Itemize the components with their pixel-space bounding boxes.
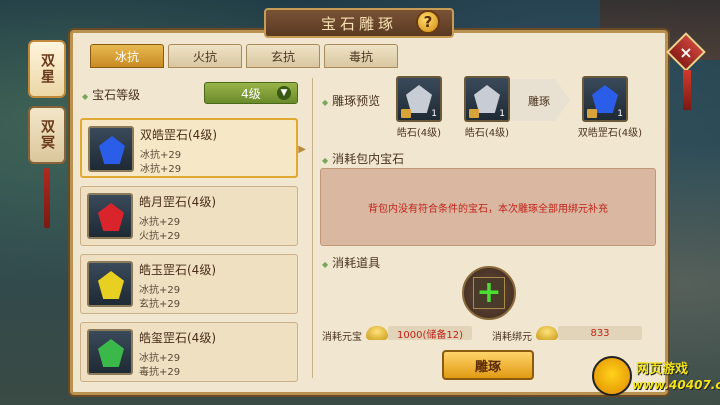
lock-icon xyxy=(401,109,411,118)
add-item-button[interactable]: + xyxy=(473,277,505,309)
gem-stat: 冰抗+29 xyxy=(139,217,181,228)
gem-list-item[interactable]: 皓月罡石(4级) 冰抗+29 火抗+29 xyxy=(80,186,298,246)
input-gem-name: 皓石(4级) xyxy=(464,128,510,139)
gem-level-value: 4级 xyxy=(241,86,261,101)
input-gem-slot[interactable]: 1 xyxy=(396,76,442,122)
gem-name: 双皓罡石(4级) xyxy=(140,128,217,142)
input-gem-slot[interactable]: 1 xyxy=(464,76,510,122)
yuanbao-cost-label: 消耗元宝 xyxy=(322,332,362,343)
bag-gems-box: 背包内没有符合条件的宝石，本次雕琢全部用绑元补充 xyxy=(320,168,656,246)
carve-arrow-label: 雕琢 xyxy=(528,95,550,108)
items-label: 消耗道具 xyxy=(322,254,380,271)
gem-level-select[interactable]: 4级 ▼ xyxy=(204,82,298,104)
blue-gem-icon xyxy=(99,136,125,164)
bag-gems-label: 消耗包内宝石 xyxy=(322,150,404,167)
gem-name: 皓月罡石(4级) xyxy=(139,195,216,209)
gem-list-item[interactable]: 皓玉罡石(4级) 冰抗+29 玄抗+29 xyxy=(80,254,298,314)
gem-name: 皓玉罡石(4级) xyxy=(139,263,216,277)
gem-stat: 火抗+29 xyxy=(139,231,181,242)
gem-stat: 冰抗+29 xyxy=(139,285,181,296)
tab-ice-resist[interactable]: 冰抗 xyxy=(90,44,164,68)
gem-stat: 冰抗+29 xyxy=(140,164,182,175)
bag-empty-message: 背包内没有符合条件的宝石，本次雕琢全部用绑元补充 xyxy=(368,203,608,215)
gem-icon xyxy=(87,193,133,239)
gem-icon xyxy=(88,126,134,172)
lock-icon xyxy=(587,109,597,118)
tab-fire-resist[interactable]: 火抗 xyxy=(168,44,242,68)
help-icon[interactable]: ? xyxy=(416,10,440,34)
side-tab-shuangming[interactable]: 双冥 xyxy=(28,106,66,164)
yuanbao-cost-value: 1000(储备12) xyxy=(388,326,472,341)
side-tabs: 双星 双冥 xyxy=(28,40,66,172)
bangyuan-cost-value: 833 xyxy=(558,326,642,340)
preview-label: 雕琢预览 xyxy=(322,92,380,109)
gem-qty: 1 xyxy=(499,109,505,119)
lock-icon xyxy=(469,109,479,118)
gem-list-item[interactable]: 双皓罡石(4级) 冰抗+29 冰抗+29 ▶ xyxy=(80,118,306,178)
bound-ingot-icon xyxy=(536,326,558,340)
gem-list-panel: 宝石等级 4级 ▼ 双皓罡石(4级) 冰抗+29 冰抗+29 ▶ 皓月罡石(4级… xyxy=(78,72,306,387)
resistance-tabs: 冰抗 火抗 玄抗 毒抗 xyxy=(90,44,398,68)
plus-icon: + xyxy=(476,275,502,310)
column-divider xyxy=(312,78,313,378)
bangyuan-cost-label: 消耗绑元 xyxy=(492,332,532,343)
side-pendant-decoration xyxy=(44,168,50,228)
yellow-gem-icon xyxy=(98,271,124,299)
watermark-title: 网页游戏 xyxy=(636,362,689,377)
gem-list-item[interactable]: 皓玺罡石(4级) 冰抗+29 毒抗+29 xyxy=(80,322,298,382)
close-tassel-decoration xyxy=(683,70,691,110)
gold-ingot-icon xyxy=(366,326,388,340)
gem-icon xyxy=(87,261,133,307)
mascot-icon xyxy=(592,356,632,396)
tab-mystic-resist[interactable]: 玄抗 xyxy=(246,44,320,68)
carve-button[interactable]: 雕琢 xyxy=(442,350,534,380)
selected-arrow-icon: ▶ xyxy=(298,144,306,155)
input-gem-name: 皓石(4级) xyxy=(396,128,442,139)
gem-stat: 毒抗+29 xyxy=(139,367,181,378)
gem-name: 皓玺罡石(4级) xyxy=(139,331,216,345)
watermark-url: www.40407.com xyxy=(632,378,720,392)
gem-stat: 冰抗+29 xyxy=(140,150,182,161)
gem-stat: 冰抗+29 xyxy=(139,353,181,364)
gem-qty: 1 xyxy=(431,109,437,119)
chevron-down-icon: ▼ xyxy=(277,86,291,100)
tab-poison-resist[interactable]: 毒抗 xyxy=(324,44,398,68)
gem-stat: 玄抗+29 xyxy=(139,299,181,310)
red-gem-icon xyxy=(98,203,124,231)
side-tab-shuangxing[interactable]: 双星 xyxy=(28,40,66,98)
gem-icon xyxy=(87,329,133,375)
gem-qty: 1 xyxy=(617,109,623,119)
green-gem-icon xyxy=(98,339,124,367)
output-gem-slot[interactable]: 1 xyxy=(582,76,628,122)
output-gem-name: 双皓罡石(4级) xyxy=(577,128,643,139)
site-watermark-logo: 网页游戏 www.40407.com xyxy=(592,354,720,400)
close-icon: × xyxy=(679,42,693,62)
gem-level-label: 宝石等级 xyxy=(82,86,140,103)
